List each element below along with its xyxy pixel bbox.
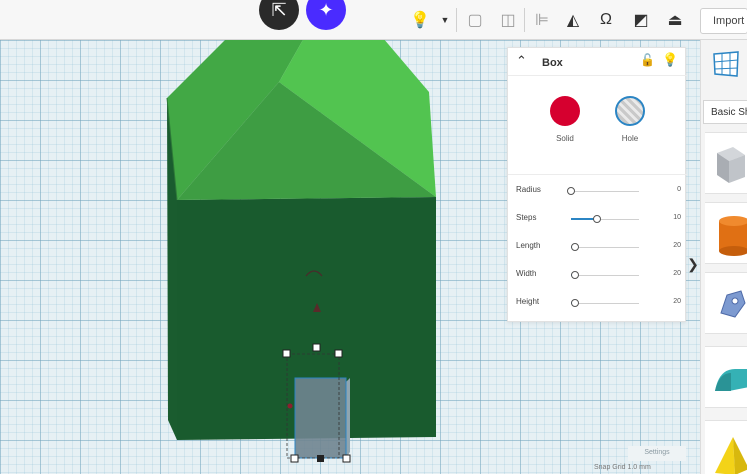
inspector-header: ⌃ Box 🔓 💡 [508, 48, 687, 76]
mirror-icon[interactable]: ◭ [562, 9, 584, 31]
align-icon[interactable]: ⊫ [531, 9, 553, 31]
group-icon[interactable]: ▢ [464, 9, 486, 31]
solid-label: Solid [556, 134, 574, 143]
property-row-width: Width 20 [516, 269, 681, 283]
hole-material-button[interactable] [615, 96, 645, 126]
resize-handle-bottom-right[interactable] [342, 454, 351, 463]
snap-grid-readout[interactable]: Snap Grid 1.0 mm [594, 464, 651, 471]
cylinder-shape-icon [719, 216, 747, 256]
resize-handle-top-center[interactable] [312, 343, 321, 352]
box-shape-icon [717, 147, 745, 183]
dropdown-icon[interactable]: ▼ [434, 9, 456, 31]
radius-value[interactable]: 0 [677, 186, 681, 193]
width-value[interactable]: 20 [673, 270, 681, 277]
height-handle[interactable] [287, 403, 293, 409]
pyramid-shape-icon [715, 437, 747, 474]
ai-sparkle-icon[interactable]: ✦ [306, 0, 346, 30]
length-value[interactable]: 20 [673, 242, 681, 249]
settings-button[interactable]: Settings [628, 446, 686, 461]
roof-shape-icon [715, 369, 747, 391]
property-label: Radius [516, 185, 541, 194]
property-label: Length [516, 241, 541, 250]
property-label: Height [516, 297, 540, 306]
shape-category-select[interactable]: Basic Shapes [703, 100, 747, 124]
property-label: Width [516, 269, 537, 278]
import-button[interactable]: Import [700, 8, 747, 34]
property-row-height: Height 20 [516, 297, 681, 311]
height-slider-knob[interactable] [571, 299, 580, 307]
panel-collapse-chevron-icon[interactable]: ❯ [686, 252, 700, 278]
cylinder-shape-card[interactable] [705, 202, 747, 264]
length-slider-track[interactable] [571, 247, 639, 248]
share-icon[interactable]: ⇱ [259, 0, 299, 30]
resize-handle-top-left[interactable] [282, 349, 291, 358]
length-slider-knob[interactable] [571, 243, 580, 251]
hole-box-side [346, 378, 350, 458]
radius-slider-knob[interactable] [567, 187, 575, 195]
radius-slider-track[interactable] [571, 191, 639, 192]
solid-material-button[interactable] [550, 96, 580, 126]
top-toolbar: ⇱ ✦ 💡 ▼ ▢ ◫ ⊫ ◭ Ω ◩ ⏏ Import [0, 0, 747, 40]
box-shape-card[interactable] [705, 132, 747, 194]
property-label: Steps [516, 213, 537, 222]
shape-inspector-panel: ⌃ Box 🔓 💡 Solid Hole Radius 0 Steps 10 Lengt… [507, 47, 687, 322]
inspector-title: Box [542, 57, 563, 69]
lock-icon[interactable]: 🔓 [640, 53, 655, 67]
visibility-bulb-icon[interactable]: 💡 [662, 52, 678, 68]
property-row-length: Length 20 [516, 241, 681, 255]
hole-box[interactable] [295, 378, 346, 458]
ungroup-icon[interactable]: ◫ [497, 9, 519, 31]
property-row-radius: Radius 0 [516, 185, 681, 199]
collapse-chevron-icon[interactable]: ⌃ [516, 53, 527, 69]
width-slider-knob[interactable] [571, 271, 580, 279]
pyramid-shape-card[interactable] [705, 420, 747, 474]
shapes-panel: Basic Shapes [700, 40, 747, 474]
steps-value[interactable]: 10 [673, 214, 681, 221]
workplane-grid-icon[interactable] [711, 50, 741, 78]
resize-handle-bottom-center[interactable] [317, 455, 324, 462]
resize-handle-top-right[interactable] [334, 349, 343, 358]
scribble-shape-icon [720, 290, 746, 318]
roof-shape-card[interactable] [705, 346, 747, 408]
height-slider-track[interactable] [571, 303, 639, 304]
property-row-steps: Steps 10 [516, 213, 681, 227]
cruise-icon[interactable]: Ω [595, 9, 617, 31]
lightbulb-icon[interactable]: 💡 [409, 9, 431, 31]
scribble-shape-card[interactable] [705, 272, 747, 334]
hole-label: Hole [621, 134, 639, 143]
steps-slider-knob[interactable] [592, 215, 601, 223]
resize-handle-bottom-left[interactable] [290, 454, 299, 463]
width-slider-track[interactable] [571, 275, 639, 276]
workplane-icon[interactable]: ◩ [630, 9, 652, 31]
height-value[interactable]: 20 [673, 298, 681, 305]
ruler-icon[interactable]: ⏏ [664, 9, 686, 31]
